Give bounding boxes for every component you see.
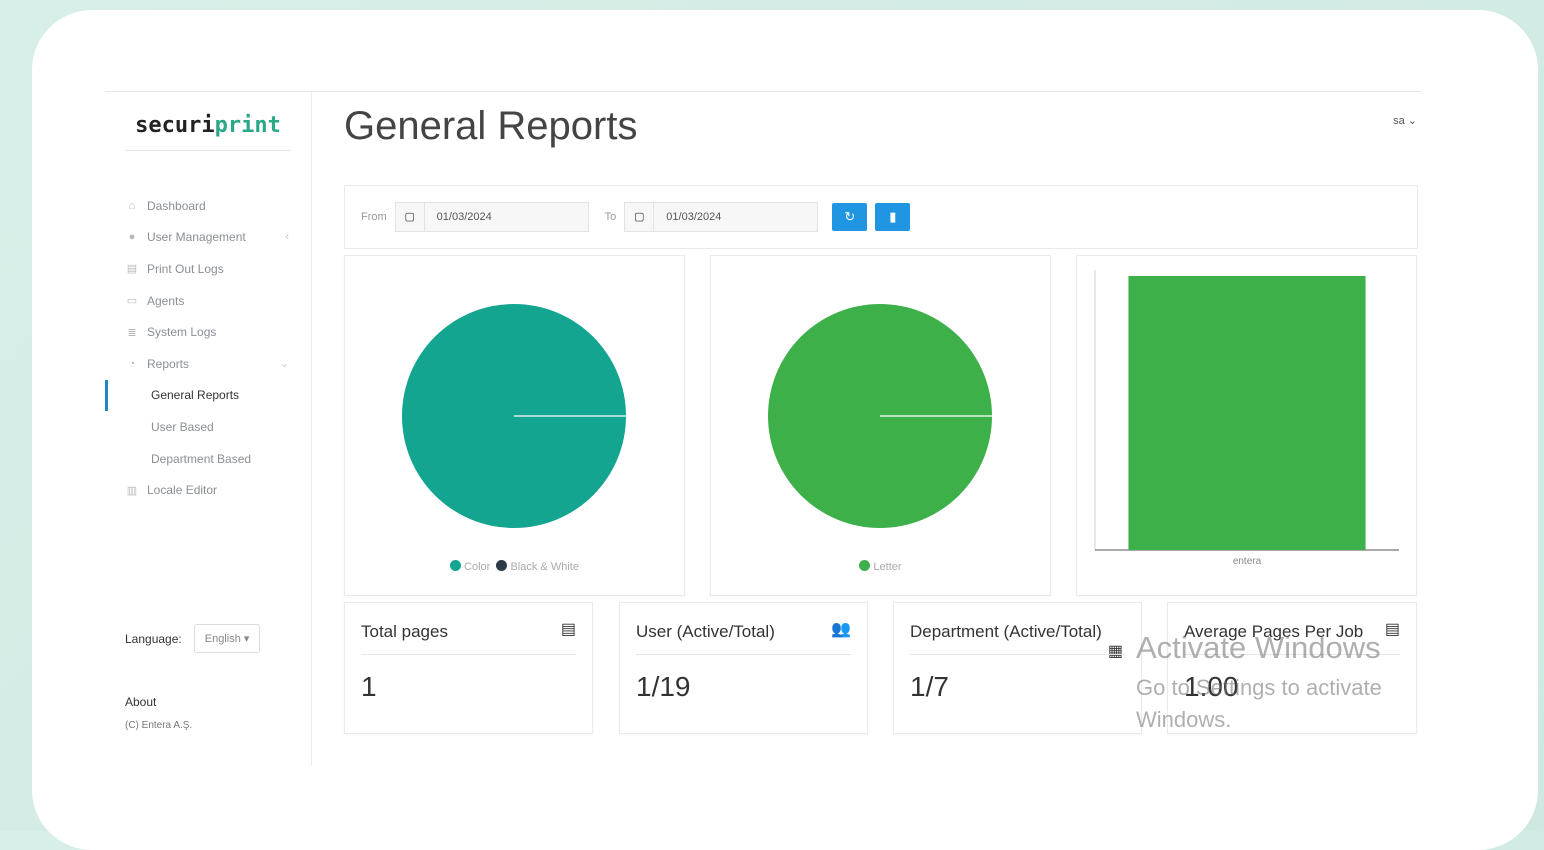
- sidebar-item-label: System Logs: [147, 325, 217, 340]
- legend-swatch-black-white: [496, 560, 508, 571]
- sidebar-item-print-out-logs[interactable]: ▤ Print Out Logs: [105, 253, 311, 285]
- stat-title: Department (Active/Total): [910, 622, 1102, 641]
- refresh-button[interactable]: ↻: [832, 203, 868, 231]
- logo[interactable]: securiprint: [125, 106, 291, 151]
- file-icon: ▮: [889, 209, 897, 224]
- refresh-icon: ↻: [844, 209, 856, 224]
- sidebar-item-label: Agents: [147, 293, 185, 308]
- logo-text-securi: securi: [135, 113, 215, 138]
- sidebar-item-user-management[interactable]: ● User Management ‹: [105, 222, 311, 254]
- from-date-value: 01/03/2024: [436, 211, 492, 223]
- divider: [636, 654, 851, 655]
- paper-size-pie-chart: [768, 304, 992, 528]
- chevron-down-icon: ⌄: [1407, 115, 1417, 127]
- stat-card-departments: Department (Active/Total) ▦ 1/7: [893, 602, 1142, 734]
- paper-size-pie-card: Letter: [710, 255, 1051, 596]
- sidebar-subitem-general-reports[interactable]: General Reports: [105, 379, 311, 412]
- color-pie-card: Color Black & White: [344, 255, 685, 596]
- active-indicator: [105, 379, 108, 411]
- to-date-input[interactable]: ▢ 01/03/2024: [624, 202, 819, 232]
- users-icon: 👥: [831, 621, 851, 638]
- watermark-subtitle: Go to Settings to activate Windows.: [1136, 675, 1382, 732]
- stat-value: 1/7: [910, 671, 949, 702]
- department-bar-chart: entera: [1094, 270, 1399, 567]
- legend-swatch-color: [450, 560, 462, 571]
- monitor-icon: ▭: [126, 295, 138, 308]
- date-filter-bar: From ▢ 01/03/2024 To ▢ 01/03/2024 ↻ ▮: [344, 185, 1418, 249]
- language-label: Language:: [125, 631, 182, 646]
- calendar-icon: ▢: [625, 203, 655, 231]
- sidebar-item-locale-editor[interactable]: ▥ Locale Editor: [105, 474, 311, 506]
- printer-icon: ▤: [126, 263, 138, 276]
- sidebar-item-label: User Management: [147, 230, 246, 245]
- chevron-down-icon: ⌄: [279, 358, 289, 371]
- pie-chart-icon: ◔: [128, 357, 136, 370]
- watermark-title: Activate Windows: [1136, 630, 1381, 665]
- building-icon: ▦: [1107, 643, 1123, 660]
- color-pie-chart: [402, 304, 626, 528]
- fax-icon: ▤: [560, 621, 576, 638]
- stat-title: Total pages: [361, 622, 448, 641]
- from-label: From: [361, 211, 387, 223]
- user-icon: ●: [128, 231, 136, 244]
- stat-card-total-pages: Total pages ▤ 1: [344, 602, 593, 734]
- sidebar-item-dashboard[interactable]: ⌂ Dashboard: [105, 190, 311, 222]
- department-bar-card: entera: [1076, 255, 1417, 596]
- sidebar-item-agents[interactable]: ▭ Agents: [105, 285, 311, 317]
- user-name: sa: [1393, 115, 1405, 127]
- sidebar-subitem-department-based[interactable]: Department Based: [105, 443, 311, 475]
- language-selector: Language: English ▾: [125, 624, 261, 653]
- caret-down-icon: ▾: [243, 633, 250, 645]
- sidebar-item-label: Department Based: [151, 451, 252, 466]
- legend-label-color: Color: [464, 561, 491, 573]
- from-date-input[interactable]: ▢ 01/03/2024: [394, 202, 589, 232]
- paper-size-pie-legend: Letter: [711, 560, 1050, 573]
- divider: [910, 654, 1125, 655]
- sidebar-nav: ⌂ Dashboard ● User Management ‹ ▤ Print …: [105, 190, 311, 506]
- legend-label-black-white: Black & White: [510, 561, 579, 573]
- sidebar-item-label: User Based: [151, 419, 214, 434]
- activate-windows-watermark: Activate Windows Go to Settings to activ…: [1136, 630, 1421, 736]
- sidebar-subitem-user-based[interactable]: User Based: [105, 411, 311, 443]
- sidebar-item-label: Locale Editor: [147, 483, 218, 498]
- calendar-icon: ▢: [396, 203, 425, 231]
- to-date-value: 01/03/2024: [666, 211, 722, 223]
- home-icon: ⌂: [128, 199, 136, 212]
- locale-icon: ▥: [126, 484, 138, 497]
- legend-swatch-letter: [859, 560, 871, 571]
- x-tick-label: entera: [1233, 556, 1262, 567]
- sidebar-item-label: Dashboard: [147, 198, 206, 213]
- export-button[interactable]: ▮: [875, 203, 911, 231]
- sidebar-item-label: Print Out Logs: [147, 261, 224, 276]
- sidebar-item-label: Reports: [147, 356, 190, 371]
- stat-card-users: User (Active/Total) 👥 1/19: [619, 602, 868, 734]
- stat-value: 1: [361, 671, 377, 702]
- copyright: (C) Entera A.Ş.: [125, 720, 193, 731]
- language-dropdown[interactable]: English ▾: [193, 624, 261, 653]
- page-title: General Reports: [344, 104, 638, 148]
- legend-label-letter: Letter: [873, 561, 902, 573]
- user-menu[interactable]: sa ⌄: [1393, 114, 1417, 127]
- logo-text-print: print: [214, 113, 281, 138]
- sidebar-item-label: General Reports: [151, 388, 240, 403]
- divider: [361, 654, 576, 655]
- database-icon: ≣: [127, 326, 137, 339]
- stat-value: 1/19: [636, 671, 691, 702]
- about-link[interactable]: About: [125, 695, 156, 709]
- sidebar-item-system-logs[interactable]: ≣ System Logs: [105, 316, 311, 348]
- stat-title: User (Active/Total): [636, 622, 775, 641]
- bar-entera[interactable]: [1128, 276, 1366, 550]
- to-label: To: [604, 211, 617, 223]
- sidebar-item-reports[interactable]: ◔ Reports ⌄: [105, 348, 311, 380]
- chevron-left-icon: ‹: [285, 231, 289, 244]
- language-value: English: [204, 633, 241, 645]
- color-pie-legend: Color Black & White: [345, 560, 684, 573]
- sidebar: securiprint ⌂ Dashboard ● User Managemen…: [105, 92, 312, 766]
